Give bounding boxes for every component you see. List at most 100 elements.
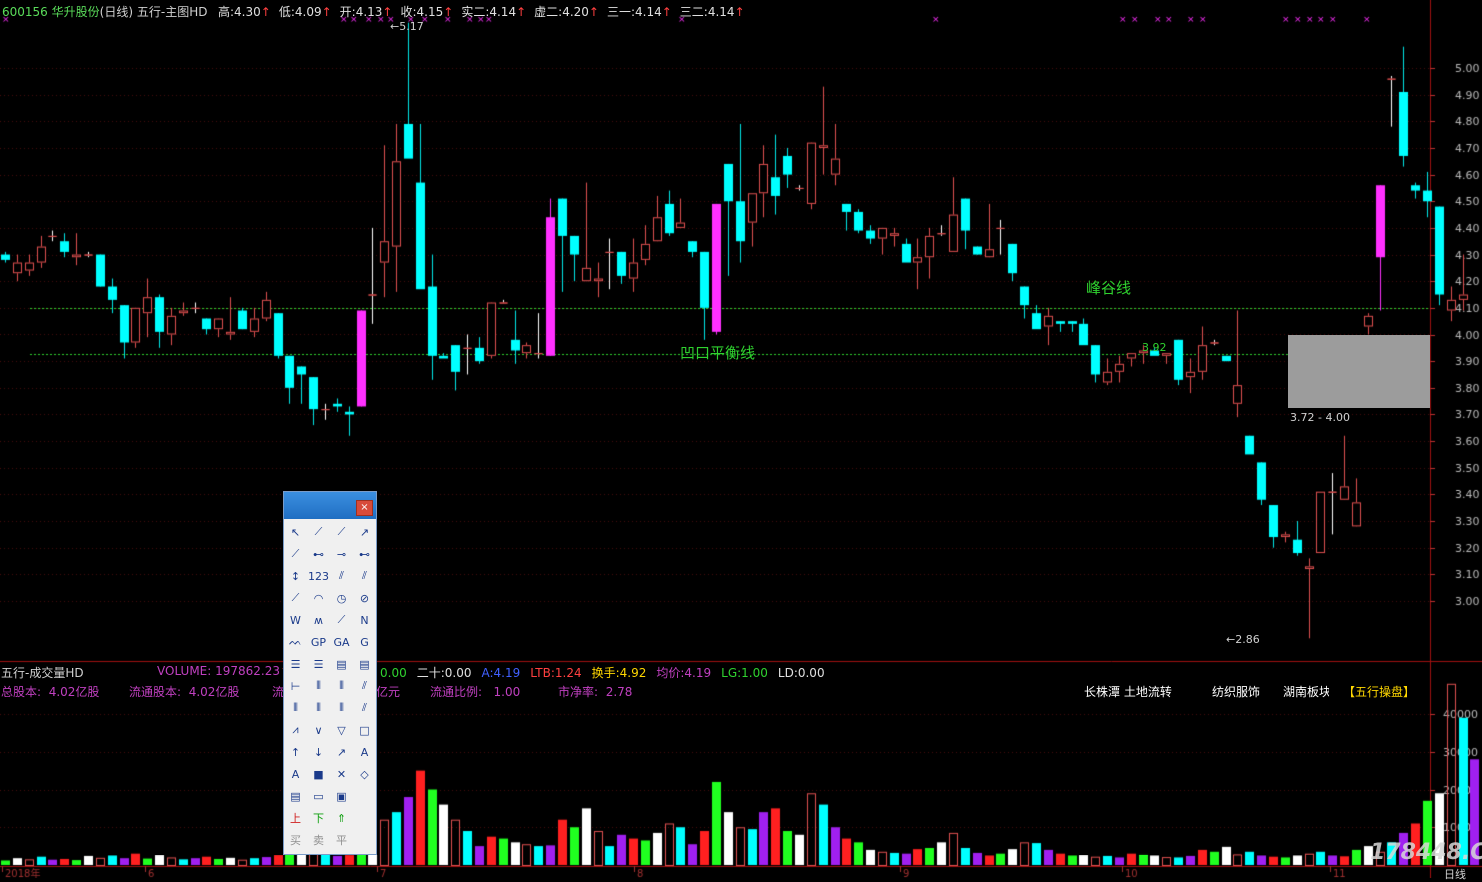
toolbox-tool-5[interactable]: ⊷ [307, 543, 330, 565]
toolbox-tool-41[interactable]: ↓ [307, 741, 330, 763]
toolbox-tool-22[interactable]: GA [330, 631, 353, 653]
toolbox-tool-48[interactable]: ▤ [284, 785, 307, 807]
toolbox-tool-43[interactable]: A [353, 741, 376, 763]
toolbox-tool-58[interactable]: 平 [330, 829, 353, 851]
pb-ratio: 市净率: 2.78 [558, 685, 633, 699]
toolbox-tool-45[interactable]: ■ [307, 763, 330, 785]
period-label: (日线) [99, 5, 134, 19]
toolbox-tool-26[interactable]: ▤ [330, 653, 353, 675]
toolbox-tool-51[interactable] [353, 785, 376, 807]
toolbox-tool-34[interactable]: ⦀ [330, 697, 353, 719]
toolbox-tool-16[interactable]: W [284, 609, 307, 631]
volume-indicator-title: 五行-成交量HD [1, 666, 84, 680]
toolbox-tool-18[interactable]: ⟋ [330, 609, 353, 631]
drawing-toolbox[interactable]: × ↖ ⟋ ⟋ ↗ ⟋ ⊷ ⊸ ⊷ ↕ 123 ⫽ ⫽ ⟋ ◠ ◷ ⊘ Wʍ ⟋ N ᨓ GP GA G ☰ ☰ ▤ ▤ ⊢ ⦀ ⦀ ⫽ ⦀ ⦀… [283, 491, 377, 855]
toolbox-tool-59[interactable] [353, 829, 376, 851]
volume-stats: 0.00 二十:0.00 A:4.19 LTB:1.24 换手:4.92 均价:4.19 L… [380, 664, 835, 681]
toolbox-tool-11[interactable]: ⫽ [353, 565, 376, 587]
toolbox-tool-9[interactable]: 123 [307, 565, 330, 587]
sector-tag-2[interactable]: 纺织服饰 [1212, 683, 1260, 700]
volume-stat-5: 均价:4.19 [656, 666, 712, 680]
toolbox-tool-57[interactable]: 卖 [307, 829, 330, 851]
volume-stat-4: 换手:4.92 [591, 666, 647, 680]
toolbox-tool-49[interactable]: ▭ [307, 785, 330, 807]
toolbox-tool-14[interactable]: ◷ [330, 587, 353, 609]
toolbox-tool-35[interactable]: ⫽ [353, 697, 376, 719]
toolbox-tool-25[interactable]: ☰ [307, 653, 330, 675]
stock-chart-canvas[interactable] [0, 0, 1482, 878]
toolbox-tool-42[interactable]: ↗ [330, 741, 353, 763]
toolbox-tool-56[interactable]: 买 [284, 829, 307, 851]
toolbox-tool-19[interactable]: N [353, 609, 376, 631]
sector-tag-1[interactable]: 长株潭 土地流转 [1084, 683, 1172, 700]
toolbox-tool-6[interactable]: ⊸ [330, 543, 353, 565]
toolbox-tool-37[interactable]: ∨ [307, 719, 330, 741]
toolbox-tool-4[interactable]: ⟋ [284, 543, 307, 565]
toolbox-tool-21[interactable]: GP [307, 631, 330, 653]
stock-header: 600156 华升股份(日线) 五行-主图HD [2, 3, 207, 20]
toolbox-tool-53[interactable]: 下 [307, 807, 330, 829]
toolbox-tool-8[interactable]: ↕ [284, 565, 307, 587]
high-price-marker: ←5.17 [390, 20, 424, 33]
toolbox-tool-0[interactable]: ↖ [284, 521, 307, 543]
low-price-marker: ←2.86 [1226, 633, 1260, 646]
close-icon[interactable]: × [356, 500, 373, 516]
toolbox-tool-50[interactable]: ▣ [330, 785, 353, 807]
sector-tag-3[interactable]: 湖南板块 [1283, 683, 1329, 700]
toolbox-tool-39[interactable]: □ [353, 719, 376, 741]
volume-stat-6: LG:1.00 [721, 666, 768, 680]
toolbox-tool-47[interactable]: ◇ [353, 763, 376, 785]
toolbox-tool-10[interactable]: ⫽ [330, 565, 353, 587]
toolbox-tool-27[interactable]: ▤ [353, 653, 376, 675]
toolbox-tool-2[interactable]: ⟋ [330, 521, 353, 543]
toolbox-tool-28[interactable]: ⊢ [284, 675, 307, 697]
peak-valley-line-label: 峰谷线 [1086, 279, 1132, 297]
header-item-3: 收:4.15↑ [400, 5, 454, 19]
watermark: 178448.COM [1370, 840, 1482, 865]
toolbox-tool-33[interactable]: ⦀ [307, 697, 330, 719]
toolbox-tool-29[interactable]: ⦀ [307, 675, 330, 697]
header-item-6: 三一:4.14↑ [606, 5, 672, 19]
stock-code: 600156 [2, 5, 48, 19]
target-zone-label: 3.72 - 4.00 [1290, 411, 1350, 424]
yiyuan-unit: 亿元 [376, 685, 401, 699]
toolbox-tool-30[interactable]: ⦀ [330, 675, 353, 697]
toolbox-tool-52[interactable]: 上 [284, 807, 307, 829]
volume-stat-2: A:4.19 [481, 666, 521, 680]
toolbox-tool-13[interactable]: ◠ [307, 587, 330, 609]
header-item-0: 高:4.30↑ [218, 5, 271, 19]
toolbox-tool-3[interactable]: ↗ [353, 521, 376, 543]
toolbox-tool-31[interactable]: ⫽ [353, 675, 376, 697]
volume-readout: VOLUME: 197862.23↑ [157, 664, 290, 678]
toolbox-tool-38[interactable]: ▽ [330, 719, 353, 741]
toolbox-tool-20[interactable]: ᨓ [284, 631, 307, 653]
toolbox-tool-15[interactable]: ⊘ [353, 587, 376, 609]
header-item-2: 开:4.13↑ [339, 5, 393, 19]
toolbox-tool-12[interactable]: ⟋ [284, 587, 307, 609]
float-shares: 流通股本: 4.02亿股 [129, 685, 240, 699]
toolbox-tool-1[interactable]: ⟋ [307, 521, 330, 543]
volume-stat-3: LTB:1.24 [530, 666, 582, 680]
toolbox-titlebar[interactable]: × [284, 492, 376, 519]
level-marker: 3.92 [1142, 341, 1167, 354]
volume-stat-7: LD:0.00 [777, 666, 825, 680]
toolbox-tool-7[interactable]: ⊷ [353, 543, 376, 565]
toolbox-tool-44[interactable]: A [284, 763, 307, 785]
toolbox-tool-55[interactable] [353, 807, 376, 829]
toolbox-tool-32[interactable]: ⦀ [284, 697, 307, 719]
price-summary: 高:4.30↑ 低:4.09↑ 开:4.13↑ 收:4.15↑ 实二:4.14↑ 虚二:4… [218, 3, 753, 20]
toolbox-tool-46[interactable]: ✕ [330, 763, 353, 785]
wuxing-tag[interactable]: 【五行操盘】 [1343, 683, 1415, 700]
balance-line-label: 凹口平衡线 [680, 344, 756, 362]
main-indicator-name: 五行-主图HD [136, 5, 208, 19]
period-tab[interactable]: 日线 [1444, 866, 1466, 882]
float-ratio: 流通比例: 1.00 [430, 685, 521, 699]
toolbox-tool-24[interactable]: ☰ [284, 653, 307, 675]
toolbox-tool-54[interactable]: ⇑ [330, 807, 353, 829]
toolbox-tool-40[interactable]: ↑ [284, 741, 307, 763]
toolbox-tool-36[interactable]: ⩘ [284, 719, 307, 741]
toolbox-tool-17[interactable]: ʍ [307, 609, 330, 631]
total-shares: 总股本: 4.02亿股 [1, 685, 100, 699]
header-item-7: 三二:4.14↑ [679, 5, 745, 19]
toolbox-tool-23[interactable]: G [353, 631, 376, 653]
